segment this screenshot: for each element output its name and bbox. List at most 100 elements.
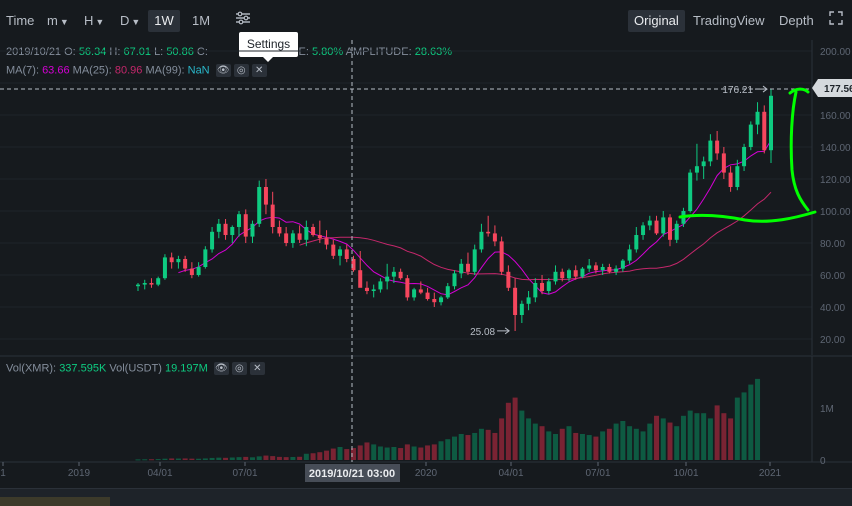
ma25-line (299, 191, 772, 281)
candle-body (277, 227, 282, 234)
candle-body (546, 281, 551, 291)
candle-body (627, 249, 632, 261)
candle-body (701, 161, 706, 167)
volume-bar (472, 432, 478, 460)
settings-circle-icon[interactable]: ◎ (231, 362, 247, 375)
volume-bar (600, 431, 606, 460)
candle-body (223, 223, 228, 235)
candle (364, 281, 369, 295)
volume-bar (155, 459, 161, 461)
candle-body (169, 257, 174, 263)
candle (533, 278, 538, 303)
candle-body (371, 289, 376, 291)
candle (553, 265, 558, 285)
candle-body (479, 231, 484, 250)
volume-bar (162, 458, 168, 460)
candle (398, 268, 403, 280)
candle (432, 292, 437, 307)
price-chart[interactable]: 20.00 40.00 60.00 80.00 100.00 120.00 140.00 16… (0, 0, 852, 488)
candle-body (769, 95, 773, 151)
volume-bar (344, 449, 350, 460)
x-tick-label: 2020 (415, 468, 438, 479)
volume-bar (196, 458, 202, 460)
candle (688, 169, 693, 213)
candle (748, 121, 753, 151)
candle (654, 215, 659, 235)
candle-body (162, 257, 167, 279)
volume-bar (687, 410, 693, 460)
volume-bar (229, 457, 235, 460)
volume-bar (465, 435, 471, 460)
candlestick-series (136, 89, 773, 331)
close-icon[interactable]: ✕ (249, 362, 265, 375)
volume-bar (701, 413, 707, 460)
y-tick-label: 80.00 (820, 239, 845, 250)
candle (580, 267, 585, 279)
candle (647, 215, 652, 231)
candle-body (317, 235, 322, 239)
candle-body (526, 297, 531, 304)
volume-bar (606, 428, 612, 460)
candle-body (715, 140, 720, 154)
candle-body (338, 249, 343, 256)
volume-bar (256, 456, 262, 460)
volume-bar (337, 447, 343, 460)
candle (385, 263, 390, 290)
candle (701, 156, 706, 179)
candle (243, 209, 248, 243)
candle-body (748, 124, 753, 147)
volume-bar (303, 453, 309, 460)
candle (661, 211, 666, 237)
candle-body (566, 270, 571, 279)
candle-body (647, 220, 652, 226)
candle-body (465, 263, 470, 272)
candle (641, 222, 646, 240)
eye-icon[interactable]: 👁 (213, 362, 229, 375)
candle-body (250, 223, 255, 237)
candle (499, 236, 504, 275)
volume-bar (452, 436, 457, 460)
volume-bar (243, 456, 249, 460)
volume-bar (512, 397, 518, 460)
volume-bar (728, 418, 734, 460)
candle-body (324, 238, 329, 245)
volume-bar (539, 426, 545, 460)
volume-bar (297, 456, 303, 460)
volume-bar (371, 444, 377, 460)
candle-body (230, 227, 235, 235)
volume-bar (249, 457, 255, 460)
volume-bar (317, 452, 323, 460)
annotation-bracket (789, 90, 810, 212)
candle-body (385, 276, 390, 282)
candle (270, 191, 275, 234)
candle-body (614, 268, 619, 272)
candle (546, 278, 551, 295)
candle-body (243, 214, 248, 237)
volume-bar (633, 428, 639, 460)
candle-body (492, 233, 497, 242)
candle (674, 220, 679, 243)
x-tick-label: 04/01 (147, 468, 172, 479)
candle (371, 284, 376, 298)
candle (742, 143, 747, 171)
candle (607, 263, 612, 274)
high-price-marker: 176.21 (722, 85, 768, 96)
candle (587, 259, 592, 272)
y-tick-label: 140.00 (820, 143, 851, 154)
volume-bar (573, 432, 579, 460)
candle (465, 252, 470, 275)
candle-body (755, 111, 760, 125)
candle (755, 102, 760, 135)
low-price-marker: 25.08 (470, 327, 510, 338)
candle (230, 225, 235, 243)
candle-body (735, 166, 740, 187)
candle (439, 295, 444, 306)
candle-body (364, 287, 369, 291)
volume-bar (135, 459, 141, 461)
volume-bar (398, 448, 404, 460)
candle-body (270, 204, 275, 227)
candle-body (203, 249, 208, 267)
candle (196, 262, 201, 277)
volume-bar (620, 421, 626, 460)
candle-body (284, 233, 289, 243)
